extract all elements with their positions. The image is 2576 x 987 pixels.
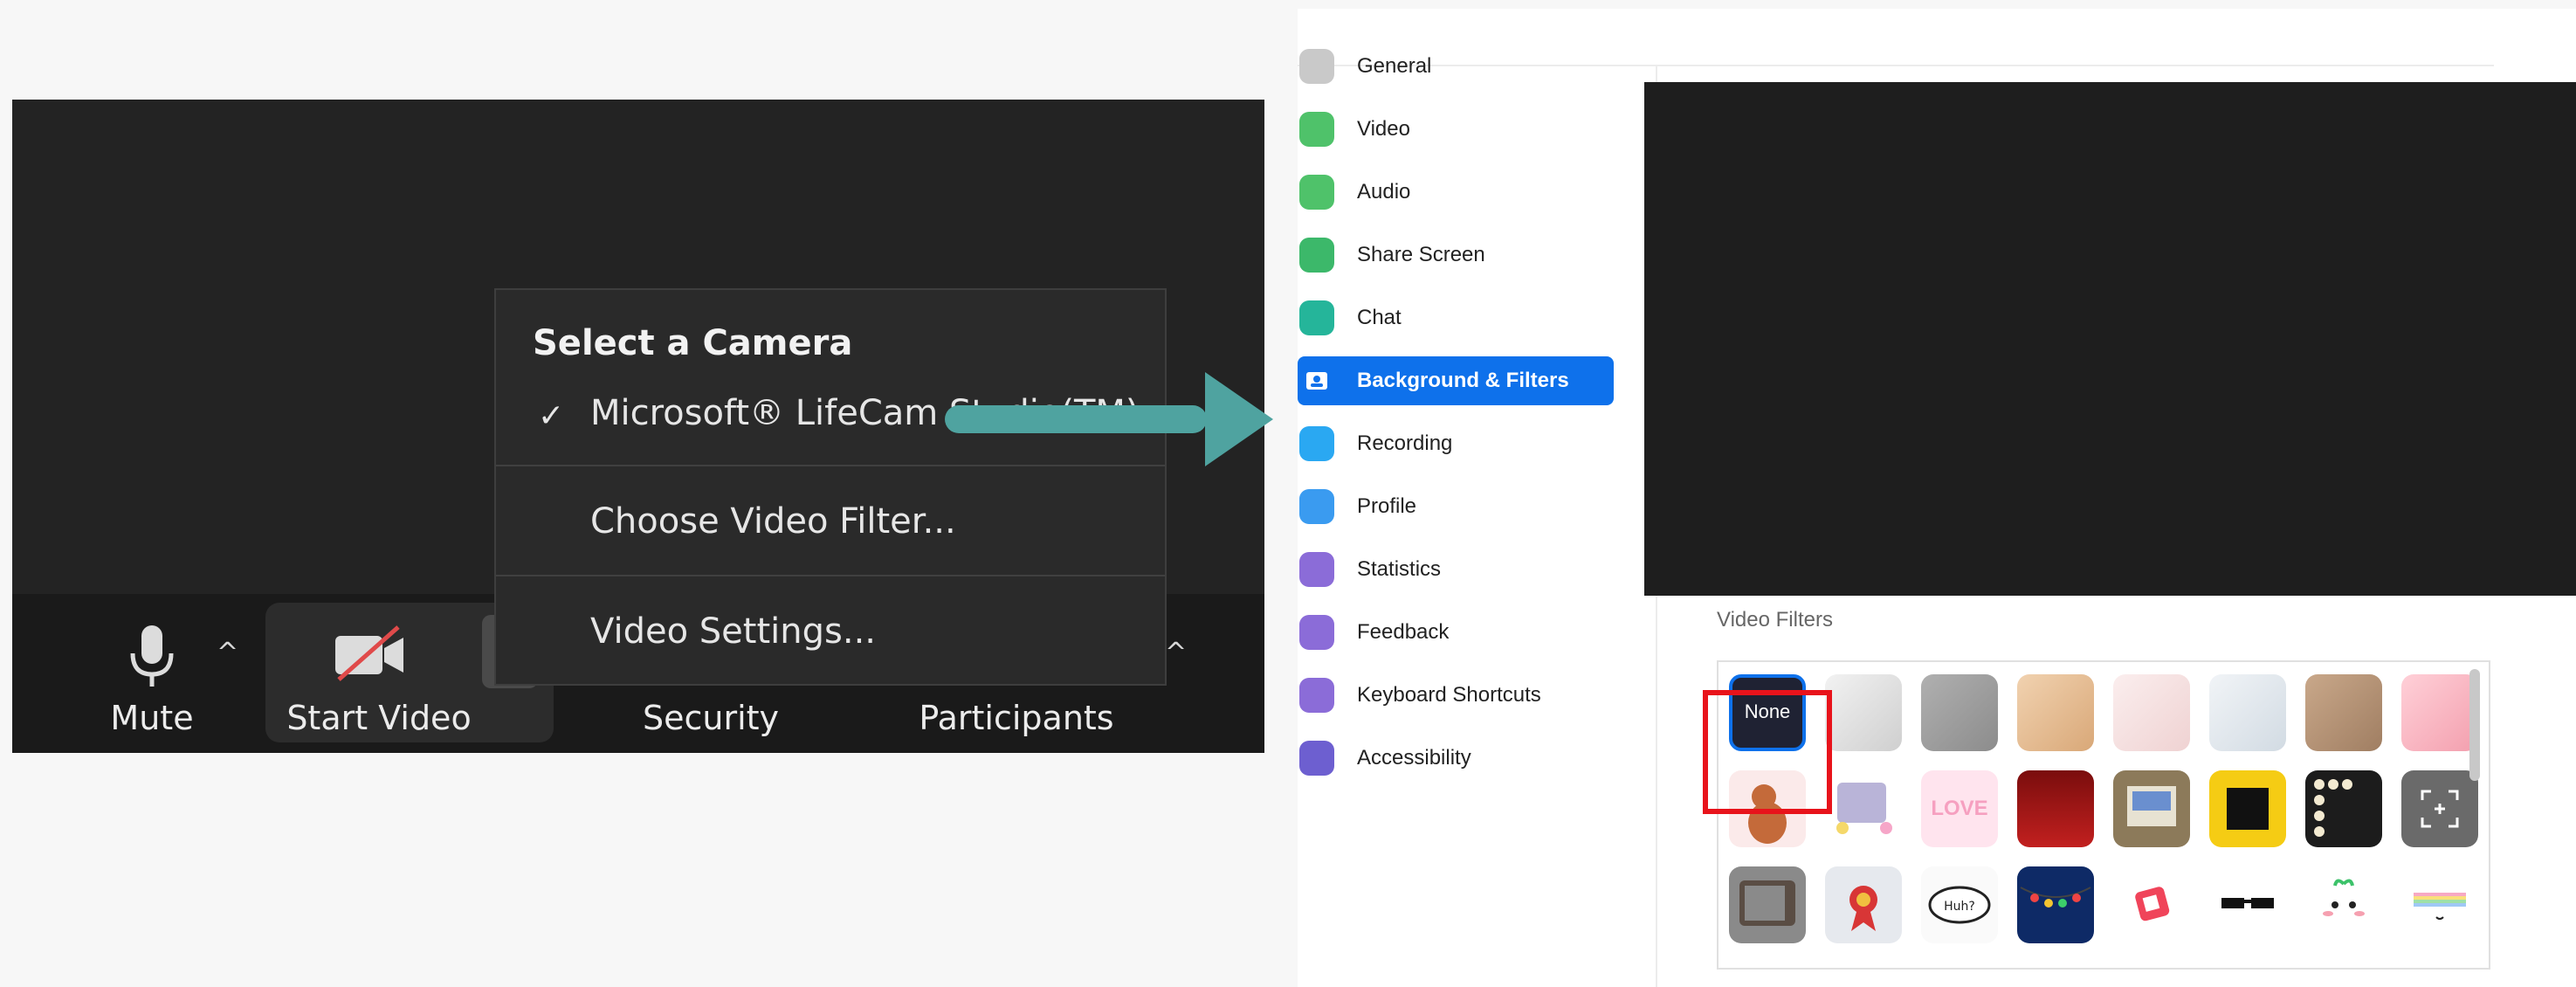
mute-options-caret[interactable]: ^ — [217, 638, 238, 668]
filter-tile-sprout-face[interactable] — [2305, 866, 2382, 943]
person-card-icon — [1299, 363, 1334, 398]
sidebar-item-label: Video — [1357, 117, 1410, 141]
video-settings-item[interactable]: Video Settings... — [590, 611, 876, 652]
tile-huh-text: Huh? — [1944, 900, 1975, 914]
none-highlight-box — [1703, 690, 1832, 814]
profile-icon — [1299, 489, 1334, 524]
headphones-icon — [1299, 175, 1334, 210]
sidebar-item-statistics[interactable]: Statistics — [1298, 545, 1612, 594]
sidebar-item-general[interactable]: General — [1298, 42, 1612, 91]
accessibility-icon — [1299, 741, 1334, 776]
filter-tile-bulbs[interactable] — [2305, 770, 2382, 847]
sidebar-item-video[interactable]: Video — [1298, 105, 1612, 154]
sidebar-item-label: Share Screen — [1357, 243, 1485, 266]
video-icon — [1299, 112, 1334, 147]
sidebar-item-background-filters[interactable]: Background & Filters — [1298, 356, 1614, 405]
sidebar-item-recording[interactable]: Recording — [1298, 419, 1612, 468]
sidebar-item-profile[interactable]: Profile — [1298, 482, 1612, 531]
keyboard-icon — [1299, 678, 1334, 713]
sidebar-item-label: General — [1357, 54, 1432, 78]
sidebar-item-chat[interactable]: Chat — [1298, 293, 1612, 342]
filter-tile[interactable] — [2017, 674, 2094, 751]
sidebar-item-accessibility[interactable]: Accessibility — [1298, 734, 1612, 783]
video-filters-grid: None LOVE Huh? — [1717, 660, 2490, 970]
filter-tile-speech-bubble[interactable]: Huh? — [1921, 866, 1998, 943]
choose-video-filter-item[interactable]: Choose Video Filter... — [590, 501, 956, 542]
sidebar-item-keyboard-shortcuts[interactable]: Keyboard Shortcuts — [1298, 671, 1612, 720]
microphone-icon — [126, 622, 178, 696]
chat-icon — [1299, 300, 1334, 335]
menu-divider — [496, 575, 1165, 576]
sidebar-item-label: Accessibility — [1357, 746, 1471, 770]
sidebar-item-label: Profile — [1357, 494, 1417, 518]
filter-tile-ribbon[interactable] — [1825, 866, 1902, 943]
sidebar-item-share-screen[interactable]: Share Screen — [1298, 231, 1612, 280]
filter-tile[interactable] — [2113, 674, 2190, 751]
filters-scrollbar[interactable] — [2469, 669, 2480, 781]
sidebar-item-label: Chat — [1357, 306, 1402, 329]
sidebar-item-label: Keyboard Shortcuts — [1357, 683, 1541, 707]
statistics-icon — [1299, 552, 1334, 587]
mute-label: Mute — [110, 699, 194, 737]
participants-options-caret[interactable]: ^ — [1165, 638, 1187, 668]
filter-tile-theater[interactable] — [2017, 770, 2094, 847]
camera-menu: Select a Camera ✓ Microsoft® LifeCam Stu… — [494, 288, 1167, 686]
filter-tile-lights[interactable] — [2017, 866, 2094, 943]
filter-tile[interactable] — [2305, 674, 2382, 751]
sidebar-item-feedback[interactable]: Feedback — [1298, 608, 1612, 657]
settings-window: General Video Audio Share Screen Chat Backgro… — [1298, 9, 2576, 987]
camera-menu-heading: Select a Camera — [533, 323, 853, 363]
mute-button[interactable]: Mute — [65, 594, 239, 742]
pointer-arrow — [943, 367, 1275, 476]
filter-tile-frame[interactable] — [1825, 770, 1902, 847]
filter-tile-love[interactable]: LOVE — [1921, 770, 1998, 847]
video-filters-label: Video Filters — [1717, 608, 1833, 632]
filter-tile-emoji-border[interactable] — [2209, 770, 2286, 847]
participants-label: Participants — [919, 699, 1114, 737]
filter-tile[interactable] — [1921, 674, 1998, 751]
video-off-icon — [330, 622, 409, 689]
sidebar-item-label: Audio — [1357, 180, 1411, 204]
check-icon: ✓ — [538, 398, 565, 434]
filter-tile-focus[interactable] — [2401, 770, 2478, 847]
filter-tile-old-tv[interactable] — [1729, 866, 1806, 943]
filter-tile[interactable] — [1825, 674, 1902, 751]
tile-love-text: LOVE — [1931, 797, 1988, 820]
gear-icon — [1299, 49, 1334, 84]
sidebar-item-label: Background & Filters — [1357, 369, 1569, 392]
sidebar-item-audio[interactable]: Audio — [1298, 168, 1612, 217]
start-video-label: Start Video — [286, 699, 472, 737]
filter-tile[interactable] — [2401, 674, 2478, 751]
feedback-icon — [1299, 615, 1334, 650]
sidebar-item-label: Feedback — [1357, 620, 1450, 644]
security-label: Security — [642, 699, 780, 737]
filter-tile[interactable] — [2209, 674, 2286, 751]
video-preview — [1644, 82, 2576, 596]
sidebar-item-label: Statistics — [1357, 557, 1442, 581]
record-icon — [1299, 426, 1334, 461]
filter-tile-tv[interactable] — [2113, 770, 2190, 847]
filter-tile-rainbow[interactable] — [2401, 866, 2478, 943]
filter-tile-heart-frame[interactable] — [2113, 866, 2190, 943]
sidebar-item-label: Recording — [1357, 431, 1453, 455]
filter-tile-sunglasses[interactable] — [2209, 866, 2286, 943]
share-screen-icon — [1299, 238, 1334, 273]
